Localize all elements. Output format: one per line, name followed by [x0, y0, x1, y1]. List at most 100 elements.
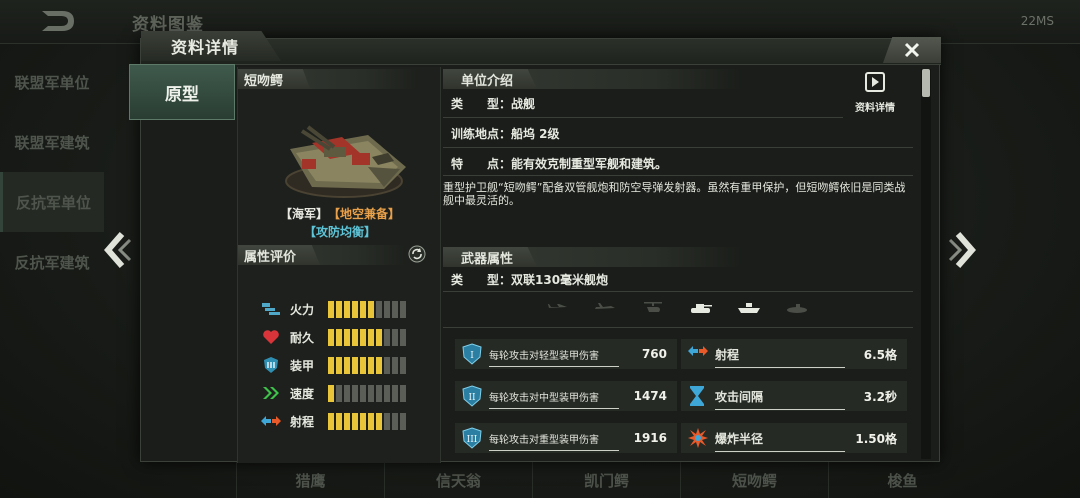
unit-tab[interactable]: 猎鹰 [236, 462, 384, 498]
weapon-stat-value: 760 [641, 347, 667, 361]
weapon-stat-label: 攻击间隔 [715, 389, 846, 410]
speed-icon [260, 384, 282, 402]
bar-segment [328, 300, 334, 318]
bar-segment [344, 328, 350, 346]
bar-segment [360, 300, 366, 318]
firepower-icon [260, 300, 282, 318]
category-nav: 联盟军单位 联盟军建筑 反抗军单位 反抗军建筑 [0, 52, 104, 292]
attribute-row: 速度 [260, 379, 406, 407]
prev-arrow-icon[interactable] [100, 226, 134, 274]
bar-segment [344, 356, 350, 374]
info-panel: 单位介绍 资料详情 类 型：战舰 训练地点：船坞 2级 特 点：能有效克制重型军… [443, 67, 921, 463]
attribute-row: 耐久 [260, 323, 406, 351]
intro-header-label: 单位介绍 [461, 73, 514, 89]
detail-button[interactable]: 资料详情 [847, 71, 903, 114]
weapon-stat-card: 攻击间隔 3.2秒 [681, 381, 907, 411]
hourglass-icon [687, 385, 709, 407]
close-button[interactable] [883, 37, 941, 63]
bar-segment [392, 356, 398, 374]
refresh-icon[interactable] [408, 245, 426, 263]
bar-segment [344, 300, 350, 318]
detail-button-label: 资料详情 [855, 103, 895, 114]
bar-segment [352, 356, 358, 374]
unit-type: 类 型：战舰 [451, 97, 536, 111]
nav-resistance-buildings[interactable]: 反抗军建筑 [0, 232, 104, 292]
unit-tab[interactable]: 梭鱼 [828, 462, 976, 498]
bar-segment [392, 384, 398, 402]
unit-tab[interactable]: 短吻鳄 [680, 462, 828, 498]
bar-segment [400, 300, 406, 318]
bar-segment [328, 356, 334, 374]
attribute-bar [328, 328, 406, 346]
bar-segment [344, 412, 350, 430]
unit-tags: 【海军】 【地空兼备】 [238, 205, 442, 222]
tag-faction: 【海军】 [279, 207, 328, 221]
attribute-bar [328, 384, 406, 402]
weapon-stat-label: 每轮攻击对轻型装甲伤害 [489, 347, 619, 367]
weapon-header: 武器属性 [443, 247, 743, 267]
target-type-icons [543, 299, 811, 317]
attribute-label: 速度 [290, 386, 315, 401]
bar-segment [384, 384, 390, 402]
attributes-header: 属性评价 [238, 245, 406, 265]
nav-allied-buildings[interactable]: 联盟军建筑 [0, 112, 104, 172]
bar-segment [336, 328, 342, 346]
bar-segment [336, 384, 342, 402]
unit-tab[interactable]: 凯门鳄 [532, 462, 680, 498]
tab-prototype[interactable]: 原型 [129, 64, 235, 120]
light-armor-icon: I [461, 343, 483, 365]
unit-name: 短吻鳄 [244, 73, 284, 89]
next-arrow-icon[interactable] [946, 226, 980, 274]
scroll-thumb[interactable] [922, 69, 930, 97]
detail-dialog: 资料详情 原型 短吻鳄 【海军】 【地空兼备】 【攻防均衡】 属性评价 火力 耐… [129, 31, 941, 463]
bar-segment [336, 300, 342, 318]
bar-segment [336, 412, 342, 430]
attributes-header-label: 属性评价 [244, 249, 297, 265]
bar-segment [360, 356, 366, 374]
unit-tab[interactable]: 信天翁 [384, 462, 532, 498]
weapon-stat-value: 3.2秒 [863, 389, 897, 404]
weapon-header-label: 武器属性 [461, 251, 514, 267]
ship-icon [735, 299, 763, 317]
attribute-bar [328, 300, 406, 318]
weapon-stat-label: 每轮攻击对中型装甲伤害 [489, 389, 619, 409]
explosion-icon [687, 427, 709, 449]
range-icon [687, 343, 709, 365]
armor-icon [260, 356, 282, 374]
bar-segment [336, 356, 342, 374]
weapon-type: 类 型：双联130毫米舰炮 [451, 273, 609, 287]
bar-segment [368, 328, 374, 346]
weapon-stat-card: II 每轮攻击对中型装甲伤害 1474 [455, 381, 677, 411]
unit-tabs: 猎鹰 信天翁 凯门鳄 短吻鳄 梭鱼 [236, 462, 976, 498]
weapon-stat-value: 6.5格 [863, 347, 897, 362]
svg-text:II: II [468, 393, 476, 403]
back-logo-icon[interactable] [38, 8, 78, 34]
bar-segment [376, 412, 382, 430]
bar-segment [352, 412, 358, 430]
divider [443, 175, 913, 176]
bar-segment [368, 300, 374, 318]
bar-segment [376, 328, 382, 346]
range-icon [260, 412, 282, 430]
network-latency: 22MS [1020, 14, 1054, 28]
bar-segment [384, 328, 390, 346]
fighter-jet-icon [543, 299, 571, 317]
divider [443, 147, 913, 148]
scrollbar[interactable] [921, 69, 931, 459]
attribute-row: 火力 [260, 295, 406, 323]
weapon-stat-label: 爆炸半径 [715, 431, 846, 452]
attribute-list: 火力 耐久 装甲 速度 射程 [260, 295, 406, 435]
bar-segment [392, 300, 398, 318]
submarine-icon [783, 299, 811, 317]
bar-segment [400, 356, 406, 374]
unit-feature: 特 点：能有效克制重型军舰和建筑。 [451, 157, 668, 171]
weapon-stat-card: I 每轮攻击对轻型装甲伤害 760 [455, 339, 677, 369]
nav-resistance-units[interactable]: 反抗军单位 [0, 172, 104, 232]
nav-allied-units[interactable]: 联盟军单位 [0, 52, 104, 112]
attribute-label: 火力 [290, 302, 315, 317]
divider [443, 291, 913, 292]
bar-segment [352, 328, 358, 346]
dialog-titlebar: 资料详情 [141, 31, 941, 65]
tank-icon [687, 299, 715, 317]
attribute-label: 耐久 [290, 330, 315, 345]
